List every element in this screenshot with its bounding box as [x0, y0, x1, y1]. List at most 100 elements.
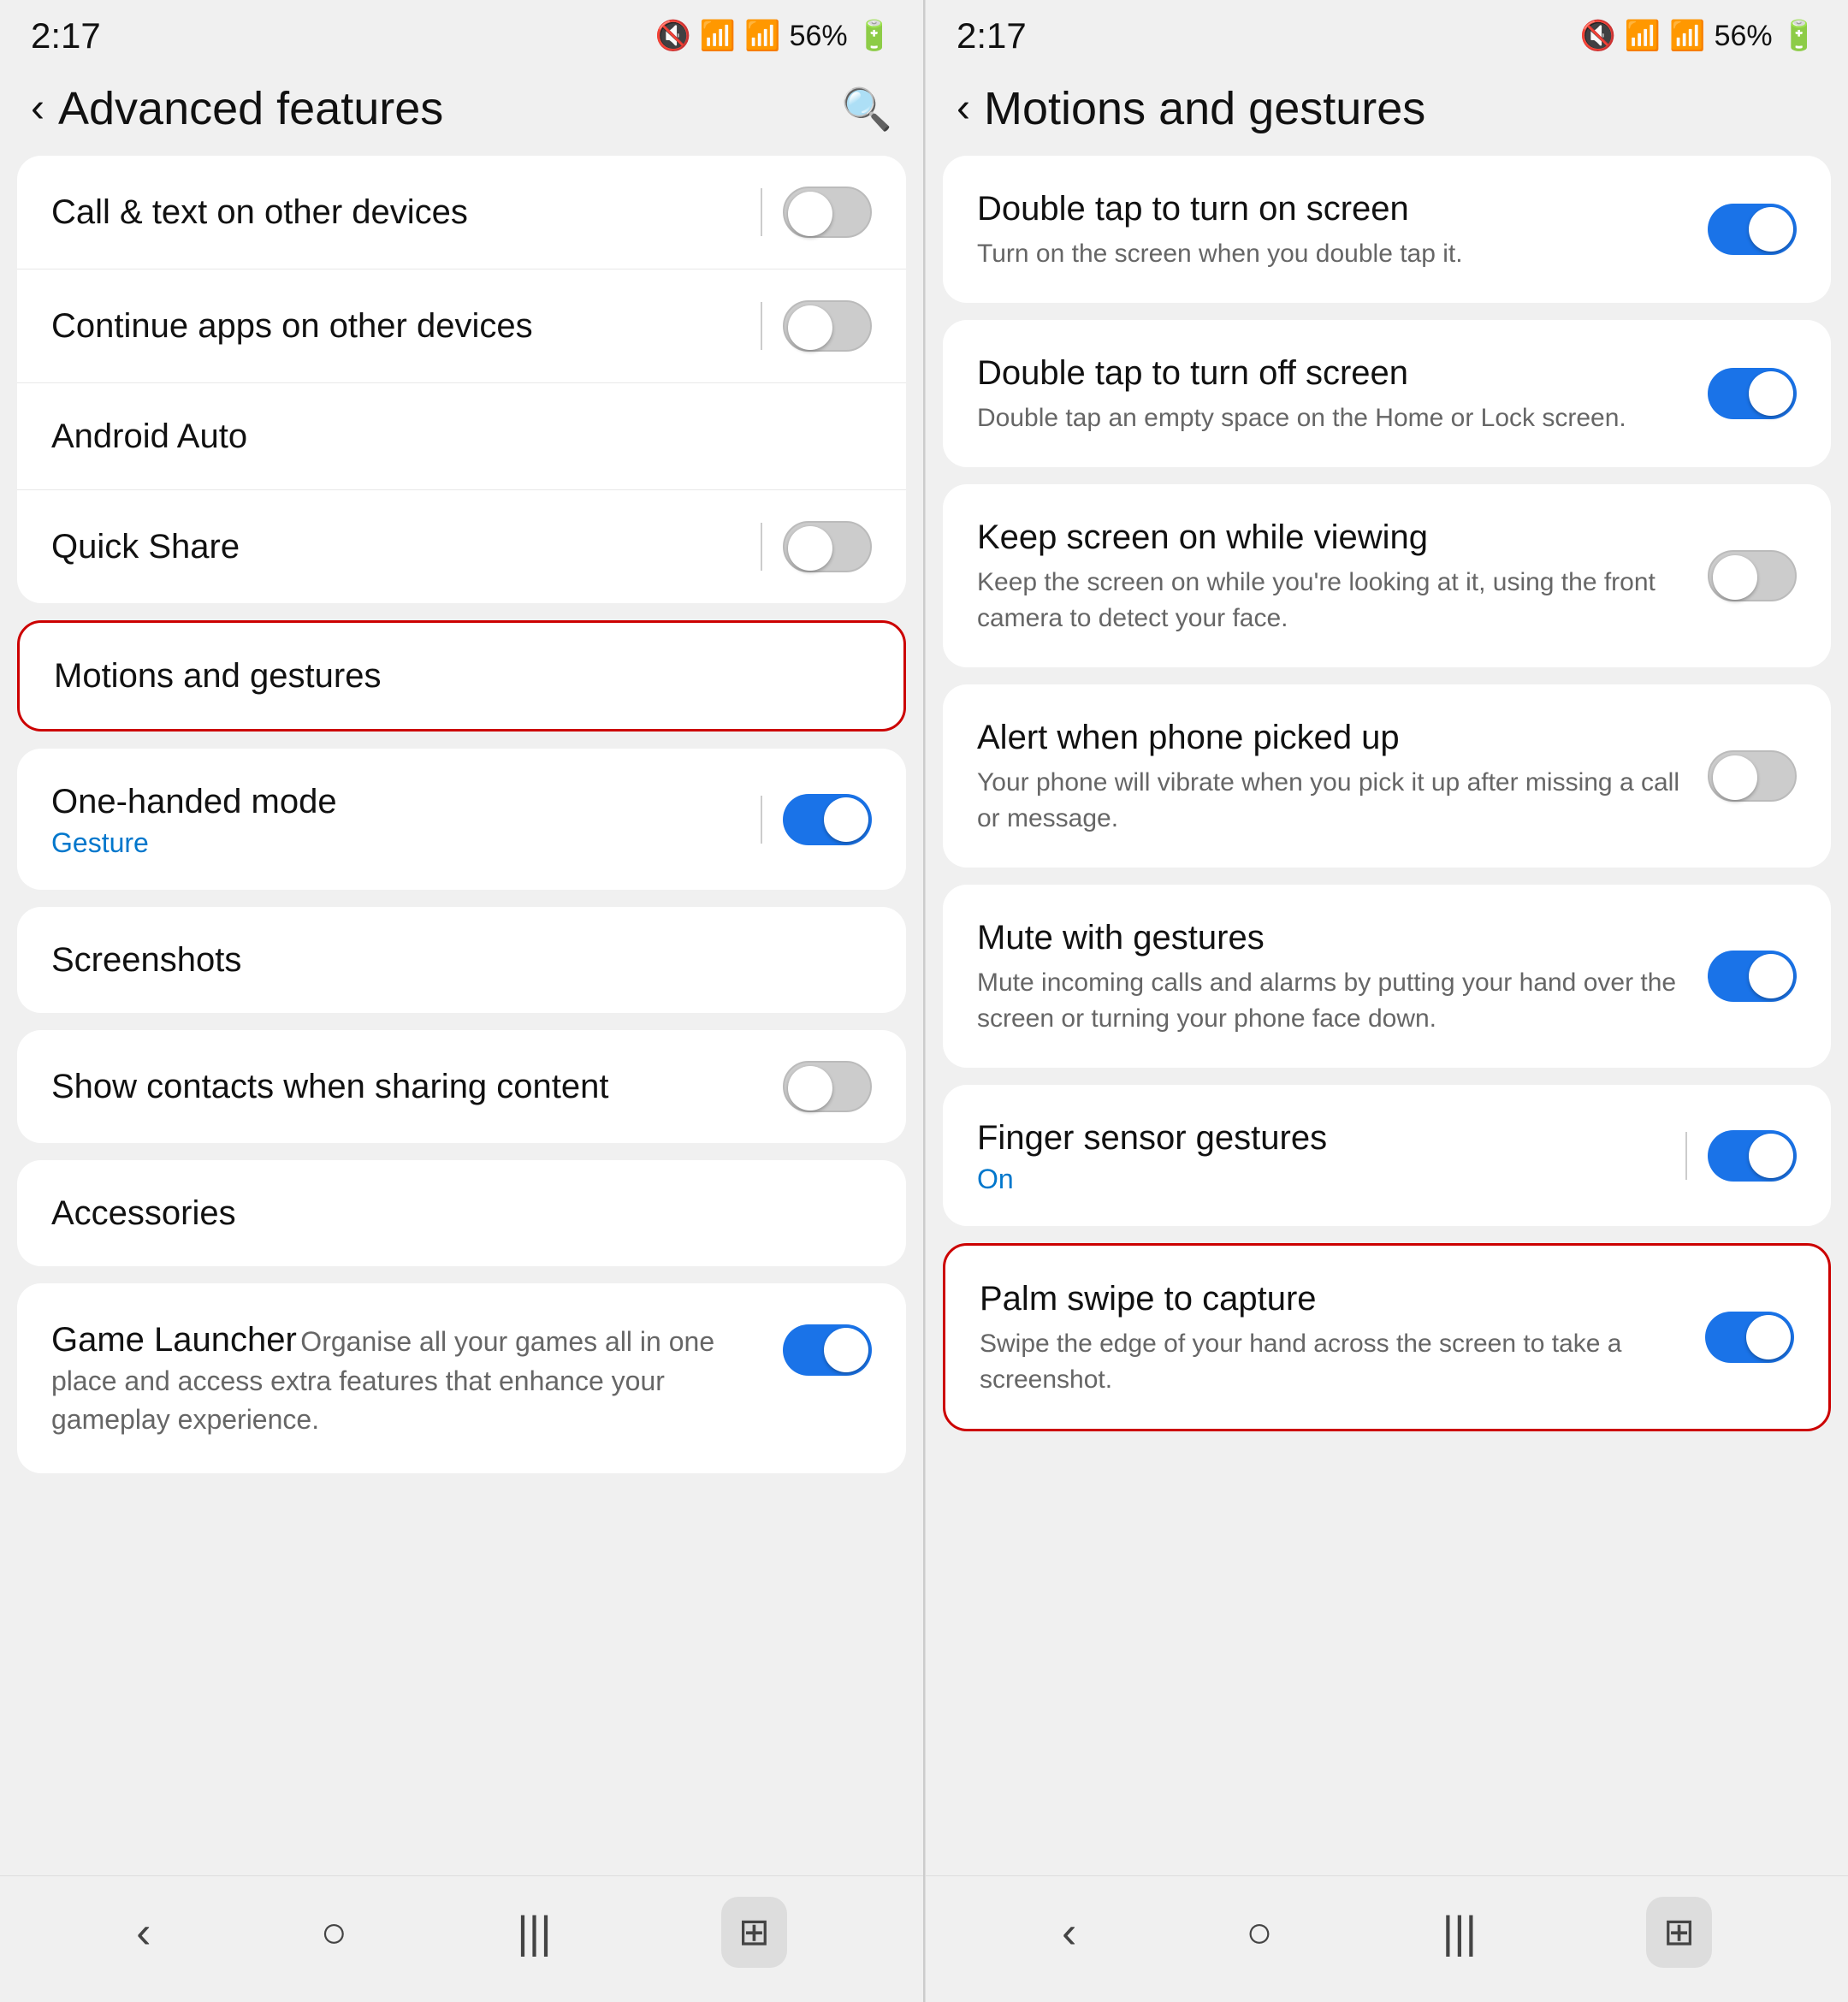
r-setting-keep-screen[interactable]: Keep screen on while viewing Keep the sc… [943, 484, 1831, 667]
toggle-continue-apps[interactable] [783, 300, 872, 352]
toggle-knob-double-tap-off [1749, 371, 1793, 416]
nav-recent-right[interactable]: ||| [1442, 1907, 1478, 1958]
wifi-icon: 📶 [700, 19, 736, 53]
setting-screenshots[interactable]: Screenshots [17, 907, 906, 1013]
nav-bar-left: ‹ ○ ||| ⊞ [0, 1875, 923, 2002]
r-setting-double-tap-on[interactable]: Double tap to turn on screen Turn on the… [943, 156, 1831, 303]
mute-icon: 🔇 [655, 19, 691, 53]
toggle-knob-show-contacts [788, 1066, 832, 1111]
battery-left: 56% [790, 20, 848, 53]
card-one-handed: One-handed mode Gesture [17, 749, 906, 890]
r-desc-double-tap-off: Double tap an empty space on the Home or… [977, 400, 1708, 436]
toggle-knob-alert-pickup [1713, 755, 1757, 800]
toggle-knob-call [788, 192, 832, 236]
setting-quick-share-label: Quick Share [51, 528, 240, 566]
time-right: 2:17 [957, 15, 1027, 56]
divider-call [761, 188, 762, 236]
setting-show-contacts[interactable]: Show contacts when sharing content [17, 1030, 906, 1143]
r-card-alert-pickup: Alert when phone picked up Your phone wi… [943, 684, 1831, 868]
card-game-launcher: Game Launcher Organise all your games al… [17, 1283, 906, 1473]
setting-one-handed[interactable]: One-handed mode Gesture [17, 749, 906, 890]
signal-icon-right: 📶 [1669, 19, 1705, 53]
divider-continue [761, 302, 762, 350]
signal-icon: 📶 [744, 19, 780, 53]
setting-game-launcher[interactable]: Game Launcher Organise all your games al… [17, 1283, 906, 1473]
card-top-group: Call & text on other devices Continue ap… [17, 156, 906, 603]
setting-android-auto-label: Android Auto [51, 418, 247, 455]
wifi-icon-right: 📶 [1625, 19, 1661, 53]
r-desc-double-tap-on: Turn on the screen when you double tap i… [977, 236, 1708, 272]
r-card-double-tap-on: Double tap to turn on screen Turn on the… [943, 156, 1831, 303]
mute-icon-right: 🔇 [1580, 19, 1616, 53]
toggle-one-handed[interactable] [783, 794, 872, 845]
left-panel: 2:17 🔇 📶 📶 56% 🔋 ‹ Advanced features 🔍 C… [0, 0, 923, 2002]
r-label-alert-pickup: Alert when phone picked up [977, 715, 1708, 760]
setting-motions[interactable]: Motions and gestures [20, 623, 903, 729]
r-setting-finger-sensor[interactable]: Finger sensor gestures On [943, 1085, 1831, 1226]
setting-android-auto[interactable]: Android Auto [17, 383, 906, 490]
toggle-double-tap-on[interactable] [1708, 204, 1797, 255]
toggle-show-contacts[interactable] [783, 1061, 872, 1112]
page-header-right: ‹ Motions and gestures [926, 65, 1848, 156]
setting-call-text[interactable]: Call & text on other devices [17, 156, 906, 270]
r-setting-mute-gestures[interactable]: Mute with gestures Mute incoming calls a… [943, 885, 1831, 1068]
r-desc-alert-pickup: Your phone will vibrate when you pick it… [977, 765, 1708, 837]
search-button-left[interactable]: 🔍 [841, 85, 892, 133]
status-icons-right: 🔇 📶 📶 56% 🔋 [1580, 19, 1817, 53]
toggle-knob-mute-gestures [1749, 954, 1793, 998]
content-right: Double tap to turn on screen Turn on the… [926, 156, 1848, 1875]
status-bar-left: 2:17 🔇 📶 📶 56% 🔋 [0, 0, 923, 65]
toggle-double-tap-off[interactable] [1708, 368, 1797, 419]
nav-home-left[interactable]: ○ [321, 1907, 347, 1958]
toggle-alert-pickup[interactable] [1708, 750, 1797, 802]
toggle-finger-sensor[interactable] [1708, 1130, 1797, 1182]
toggle-mute-gestures[interactable] [1708, 951, 1797, 1002]
nav-back-left[interactable]: ‹ [136, 1907, 151, 1958]
r-card-palm-swipe[interactable]: Palm swipe to capture Swipe the edge of … [943, 1243, 1831, 1431]
setting-quick-share[interactable]: Quick Share [17, 490, 906, 603]
setting-accessories[interactable]: Accessories [17, 1160, 906, 1266]
r-card-keep-screen: Keep screen on while viewing Keep the sc… [943, 484, 1831, 667]
right-panel: 2:17 🔇 📶 📶 56% 🔋 ‹ Motions and gestures … [925, 0, 1848, 2002]
toggle-quick-share[interactable] [783, 521, 872, 572]
r-desc-keep-screen: Keep the screen on while you're looking … [977, 565, 1708, 637]
setting-screenshots-label: Screenshots [51, 941, 241, 979]
r-label-mute-gestures: Mute with gestures [977, 915, 1708, 960]
setting-continue-apps-label: Continue apps on other devices [51, 307, 533, 345]
card-motions[interactable]: Motions and gestures [17, 620, 906, 732]
nav-qr-right[interactable]: ⊞ [1646, 1897, 1712, 1968]
nav-recent-left[interactable]: ||| [517, 1907, 552, 1958]
toggle-knob-game-launcher [824, 1328, 868, 1372]
r-sublabel-finger-sensor: On [977, 1164, 1665, 1195]
toggle-knob-finger-sensor [1749, 1134, 1793, 1178]
battery-icon-right: 🔋 [1781, 19, 1817, 53]
toggle-keep-screen[interactable] [1708, 550, 1797, 601]
divider-quick [761, 523, 762, 571]
r-label-palm-swipe: Palm swipe to capture [980, 1276, 1705, 1321]
r-setting-palm-swipe[interactable]: Palm swipe to capture Swipe the edge of … [945, 1246, 1828, 1429]
setting-call-text-label: Call & text on other devices [51, 193, 468, 231]
r-desc-mute-gestures: Mute incoming calls and alarms by puttin… [977, 965, 1708, 1037]
r-label-double-tap-on: Double tap to turn on screen [977, 187, 1708, 231]
r-setting-double-tap-off[interactable]: Double tap to turn off screen Double tap… [943, 320, 1831, 467]
nav-back-right[interactable]: ‹ [1062, 1907, 1076, 1958]
battery-icon: 🔋 [856, 19, 892, 53]
time-left: 2:17 [31, 15, 101, 56]
page-title-left: Advanced features [58, 82, 443, 135]
card-show-contacts: Show contacts when sharing content [17, 1030, 906, 1143]
back-button-left[interactable]: ‹ [31, 88, 44, 129]
setting-one-handed-label: One-handed mode [51, 779, 740, 824]
nav-home-right[interactable]: ○ [1246, 1907, 1272, 1958]
back-button-right[interactable]: ‹ [957, 88, 970, 129]
toggle-knob-double-tap-on [1749, 207, 1793, 252]
status-icons-left: 🔇 📶 📶 56% 🔋 [655, 19, 892, 53]
status-bar-right: 2:17 🔇 📶 📶 56% 🔋 [926, 0, 1848, 65]
toggle-game-launcher[interactable] [783, 1324, 872, 1376]
r-setting-alert-pickup[interactable]: Alert when phone picked up Your phone wi… [943, 684, 1831, 868]
setting-continue-apps[interactable]: Continue apps on other devices [17, 270, 906, 383]
toggle-palm-swipe[interactable] [1705, 1312, 1794, 1363]
toggle-knob-quick [788, 526, 832, 571]
nav-bar-right: ‹ ○ ||| ⊞ [926, 1875, 1848, 2002]
nav-qr-left[interactable]: ⊞ [721, 1897, 787, 1968]
toggle-call-text[interactable] [783, 187, 872, 238]
